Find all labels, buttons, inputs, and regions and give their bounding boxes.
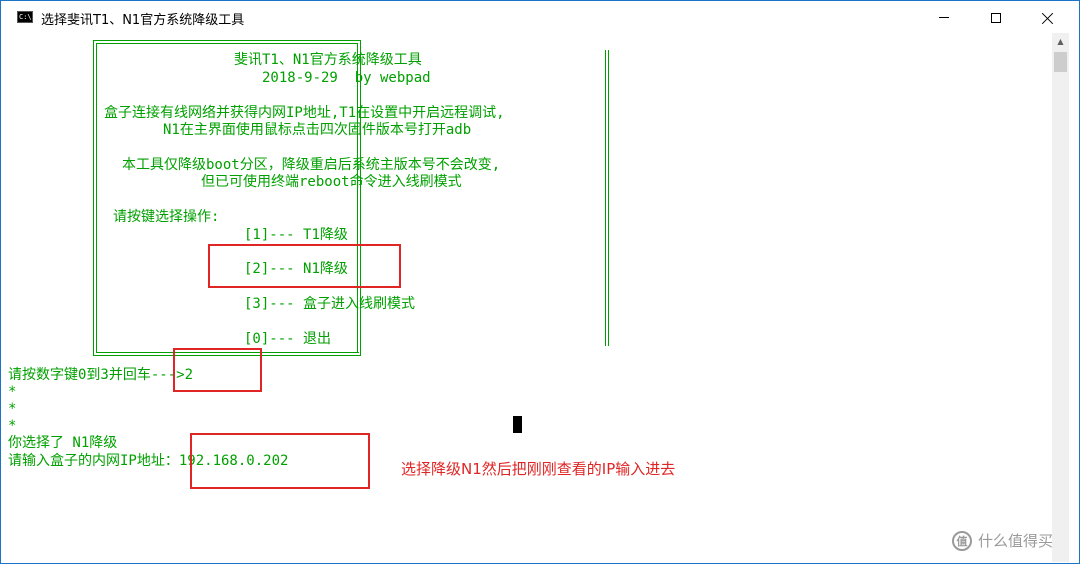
- menu-key: [3]: [244, 296, 270, 312]
- smzdm-logo-icon: 值: [952, 530, 972, 551]
- text-cursor: [513, 416, 522, 433]
- maximize-icon: [991, 12, 1001, 23]
- menu-key: [1]: [244, 227, 270, 243]
- menu-frame-right-line: [608, 50, 609, 346]
- menu-item-flash-mode: [3]--- 盒子进入线刷模式: [244, 296, 415, 312]
- menu-item-exit: [0]--- 退出: [244, 331, 331, 347]
- note-line-2: 但已可使用终端reboot命令进入线刷模式: [201, 174, 462, 190]
- select-prompt: 请按键选择操作:: [113, 209, 220, 225]
- minimize-icon: [939, 17, 949, 18]
- menu-sep: ---: [269, 331, 295, 347]
- note-line-1: 本工具仅降级boot分区，降级重启后系统主版本号不会改变,: [122, 157, 501, 173]
- close-icon: [1042, 12, 1054, 24]
- menu-label: 盒子进入线刷模式: [303, 296, 416, 312]
- ip-prompt: 请输入盒子的内网IP地址：: [8, 453, 179, 469]
- title-bar[interactable]: C:\ 选择斐讯T1、N1官方系统降级工具: [1, 1, 1079, 33]
- menu-key: [0]: [244, 331, 270, 347]
- menu-item-t1: [1]--- T1降级: [244, 227, 348, 243]
- menu-label: 退出: [303, 331, 332, 347]
- close-button[interactable]: [1025, 2, 1071, 33]
- info-line-1: 盒子连接有线网络并获得内网IP地址,T1在设置中开启远程调试,: [104, 105, 505, 121]
- number-input-line: 请按数字键0到3并回车--->2: [8, 367, 193, 383]
- number-prompt: 请按数字键0到3并回车--->: [8, 367, 185, 383]
- maximize-button[interactable]: [973, 2, 1019, 33]
- vertical-scrollbar[interactable]: ▲: [1052, 33, 1069, 562]
- scrollbar-thumb[interactable]: [1054, 52, 1067, 72]
- star-line: *: [8, 384, 17, 400]
- tool-title: 斐讯T1、N1官方系统降级工具: [234, 52, 422, 68]
- menu-frame-right-line: [605, 50, 606, 346]
- minimize-button[interactable]: [921, 2, 967, 33]
- star-line: *: [8, 418, 17, 434]
- highlight-box-ip: [190, 433, 370, 489]
- window-title: 选择斐讯T1、N1官方系统降级工具: [41, 13, 245, 28]
- highlight-box-input-2: [173, 348, 262, 392]
- highlight-box-n1-option: [208, 244, 401, 288]
- scroll-up-arrow-icon[interactable]: ▲: [1052, 33, 1069, 50]
- star-line: *: [8, 401, 17, 417]
- menu-label: T1降级: [303, 227, 348, 243]
- watermark-text: 什么值得买: [978, 532, 1054, 550]
- annotation-text: 选择降级N1然后把刚刚查看的IP输入进去: [401, 460, 676, 478]
- menu-sep: ---: [269, 296, 295, 312]
- menu-sep: ---: [269, 227, 295, 243]
- info-line-2: N1在主界面使用鼠标点击四次固件版本号打开adb: [163, 122, 472, 138]
- chosen-option-text: 你选择了 N1降级: [8, 435, 118, 451]
- watermark: 值 什么值得买: [952, 530, 1053, 551]
- console-app-icon[interactable]: C:\: [17, 11, 33, 23]
- tool-date-author: 2018-9-29 by webpad: [262, 70, 431, 86]
